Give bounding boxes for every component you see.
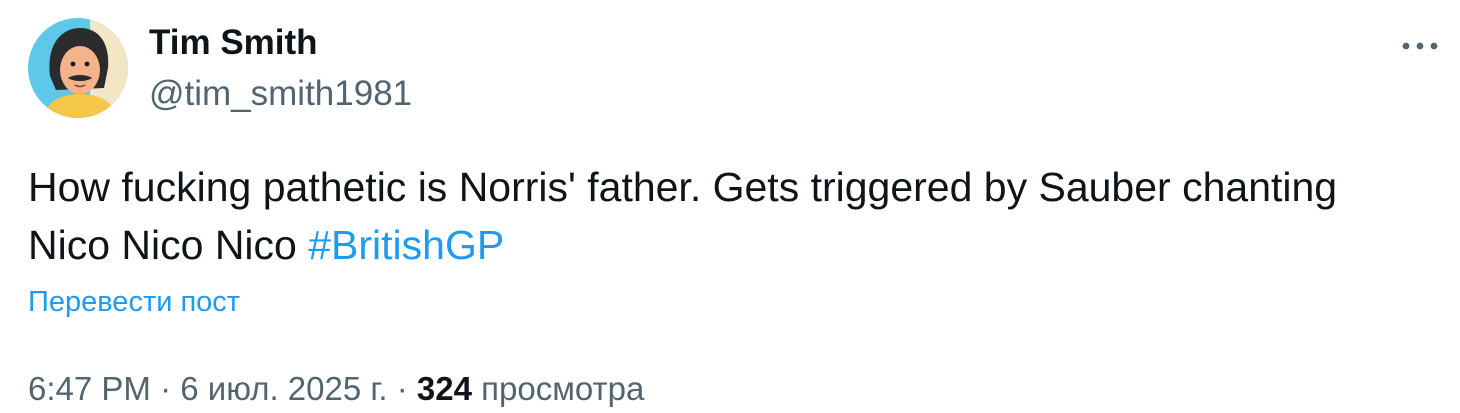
more-horizontal-icon xyxy=(1402,42,1438,50)
post-date: 6 июл. 2025 г. xyxy=(180,370,388,407)
translate-post-link[interactable]: Перевести пост xyxy=(28,284,240,320)
meta-separator: · xyxy=(387,370,417,407)
views-count: 324 xyxy=(416,370,472,407)
views-label: просмотра xyxy=(471,370,645,407)
hashtag-link[interactable]: #BritishGP xyxy=(308,222,504,268)
tweet-text-body: How fucking pathetic is Norris' father. … xyxy=(28,164,1338,268)
cartoon-character-avatar-icon xyxy=(28,18,128,118)
avatar[interactable] xyxy=(28,18,128,118)
meta-separator: · xyxy=(150,370,181,407)
tweet-metadata: 6:47 PM · 6 июл. 2025 г. · 324 просмотра xyxy=(28,369,644,409)
tweet-text: How fucking pathetic is Norris' father. … xyxy=(28,158,1448,274)
author-handle[interactable]: @tim_smith1981 xyxy=(149,73,412,115)
post-time: 6:47 PM xyxy=(28,370,151,407)
tweet-card: Tim Smith @tim_smith1981 How fucking pat… xyxy=(0,0,1460,413)
more-options-button[interactable] xyxy=(1392,24,1448,68)
post-time-link[interactable]: 6:47 PM · 6 июл. 2025 г. xyxy=(28,370,388,407)
author-display-name[interactable]: Tim Smith xyxy=(149,22,318,64)
